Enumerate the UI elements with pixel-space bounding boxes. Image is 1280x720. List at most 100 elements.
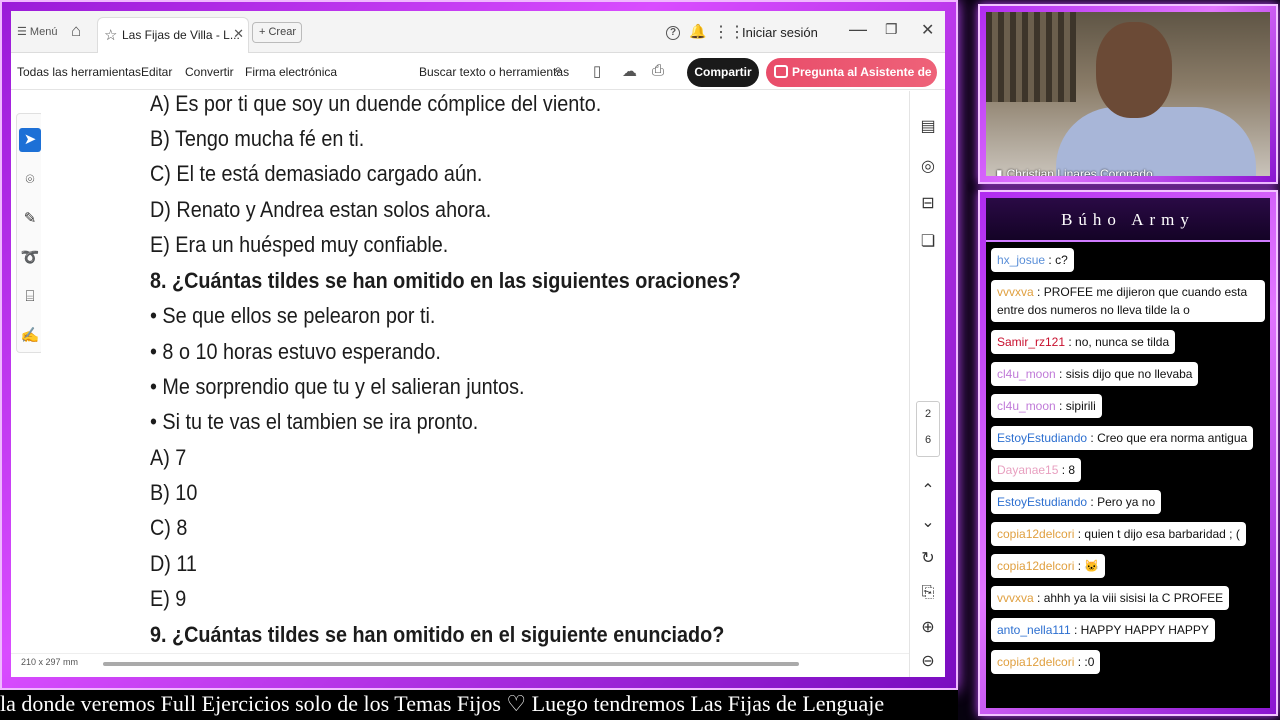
- rotate-icon[interactable]: ↻: [916, 547, 940, 571]
- chat-username[interactable]: vvvxva: [997, 591, 1034, 605]
- create-button[interactable]: + Crear: [252, 22, 302, 43]
- chat-username[interactable]: anto_nella111: [997, 623, 1071, 637]
- export-file-icon[interactable]: ⎘: [916, 581, 940, 605]
- doc-line: • 8 o 10 horas estuvo esperando.: [150, 339, 441, 364]
- comments-icon[interactable]: ◎: [916, 155, 940, 179]
- chat-message-row: EstoyEstudiando : Creo que era norma ant…: [991, 426, 1267, 458]
- text-select-icon[interactable]: ⌸: [19, 285, 41, 309]
- chat-separator: :: [1087, 431, 1098, 445]
- chat-frame: Búho Army hx_josue : c? vvvxva : PROFEE m…: [978, 190, 1278, 716]
- doc-line: A) 7: [150, 445, 187, 470]
- chat-separator: :: [1055, 367, 1066, 381]
- pdf-viewer-window: ☰ Menú ⌂ ☆ Las Fijas de Villa - L... ✕ +…: [11, 11, 945, 677]
- chat-text: sipirili: [1065, 399, 1096, 413]
- home-icon[interactable]: ⌂: [71, 21, 81, 41]
- chat-message-row: copia12delcori : :0: [991, 650, 1267, 682]
- chat-message-row: vvvxva : ahhh ya la viii sisisi la C PRO…: [991, 586, 1267, 618]
- horizontal-scrollbar[interactable]: [103, 662, 799, 666]
- chat-text: Pero ya no: [1097, 495, 1156, 509]
- chat-username[interactable]: copia12delcori: [997, 527, 1074, 541]
- chat-message-row: EstoyEstudiando : Pero ya no: [991, 490, 1267, 522]
- chat-username[interactable]: cl4u_moon: [997, 399, 1056, 413]
- select-cursor-icon[interactable]: ➤: [19, 128, 41, 152]
- edit-menu[interactable]: Editar: [141, 65, 172, 79]
- chat-separator: :: [1033, 591, 1044, 605]
- chat-title: Búho Army: [986, 198, 1270, 242]
- chat-text: 🐱: [1084, 559, 1100, 573]
- page-down-icon[interactable]: ⌄: [916, 511, 940, 535]
- minimize-icon[interactable]: —: [849, 19, 867, 40]
- chat-message: vvvxva : PROFEE me dijieron que cuando e…: [991, 280, 1265, 322]
- comment-icon[interactable]: ⌾: [19, 168, 41, 192]
- menu-button[interactable]: ☰ Menú: [17, 25, 57, 38]
- ai-assistant-button[interactable]: Pregunta al Asistente de IA: [766, 58, 937, 108]
- chat-separator: :: [1065, 335, 1076, 349]
- page-up-icon[interactable]: ⌃: [916, 479, 940, 503]
- chat-panel: Búho Army hx_josue : c? vvvxva : PROFEE m…: [986, 198, 1270, 708]
- bell-icon[interactable]: 🔔: [689, 23, 706, 40]
- doc-line: D) Renato y Andrea estan solos ahora.: [150, 197, 492, 222]
- chat-text: quien t dijo esa barbaridad ; (: [1084, 527, 1240, 541]
- search-tools-input[interactable]: Buscar texto o herramientas: [419, 65, 569, 79]
- share-button[interactable]: Compartir: [687, 58, 759, 87]
- highlight-pen-icon[interactable]: ✎: [19, 207, 41, 231]
- all-tools-menu[interactable]: Todas las herramientas: [17, 65, 141, 79]
- bookmark-icon[interactable]: ⊟: [916, 192, 940, 216]
- doc-line: • Se que ellos se pelearon por ti.: [150, 303, 436, 328]
- zoom-out-icon[interactable]: ⊖: [916, 650, 940, 674]
- chat-text: ahhh ya la viii sisisi la C PROFEE: [1043, 591, 1224, 605]
- chat-separator: :: [1087, 495, 1098, 509]
- webcam-name-tag: ▮ Christian Linares Coronado: [996, 167, 1153, 176]
- ai-summary-icon[interactable]: ▤: [916, 115, 940, 139]
- star-icon[interactable]: ☆: [104, 26, 117, 44]
- chat-message-row: anto_nella111 : HAPPY HAPPY HAPPY: [991, 618, 1267, 650]
- document-tab[interactable]: ☆ Las Fijas de Villa - L... ✕: [97, 17, 249, 53]
- chat-username[interactable]: cl4u_moon: [997, 367, 1056, 381]
- presenter-body: [1056, 107, 1256, 176]
- sign-menu[interactable]: Firma electrónica: [245, 65, 337, 79]
- chat-separator: :: [1055, 399, 1066, 413]
- chat-message: copia12delcori : quien t dijo esa barbar…: [991, 522, 1246, 546]
- maximize-icon[interactable]: ❐: [885, 21, 898, 38]
- chat-message-row: Samir_rz121 : no, nunca se tilda: [991, 330, 1267, 362]
- webcam-video: ▮ Christian Linares Coronado: [986, 12, 1270, 176]
- ai-icon: [774, 65, 788, 78]
- chat-username[interactable]: Samir_rz121: [997, 335, 1065, 349]
- chat-username[interactable]: copia12delcori: [997, 655, 1074, 669]
- search-icon[interactable]: ⌕: [554, 61, 562, 78]
- zoom-in-icon[interactable]: ⊕: [916, 616, 940, 640]
- page-indicator[interactable]: 2 6: [916, 401, 940, 457]
- save-icon[interactable]: ▯: [593, 62, 601, 80]
- pages-icon[interactable]: ❏: [916, 230, 940, 254]
- chat-username[interactable]: EstoyEstudiando: [997, 495, 1087, 509]
- print-icon[interactable]: ⎙: [652, 62, 664, 79]
- close-tab-icon[interactable]: ✕: [233, 26, 244, 42]
- chat-text: Creo que era norma antigua: [1097, 431, 1248, 445]
- right-tool-panel: ▤ ◎ ⊟ ❏ 2 6 ⌃ ⌄ ↻ ⎘ ⊕ ⊖: [909, 91, 945, 677]
- apps-grid-icon[interactable]: ⋮⋮: [713, 22, 745, 42]
- left-tool-panel: ➤ ⌾ ✎ ➰ ⌸ ✍: [16, 113, 44, 353]
- doc-line: E) Era un huésped muy confiable.: [150, 232, 449, 257]
- chat-username[interactable]: vvvxva: [997, 285, 1034, 299]
- sign-in-button[interactable]: Iniciar sesión: [742, 25, 818, 40]
- chat-text: no, nunca se tilda: [1075, 335, 1170, 349]
- chat-username[interactable]: Dayanae15: [997, 463, 1058, 477]
- chat-text: :0: [1084, 655, 1095, 669]
- chat-username[interactable]: hx_josue: [997, 253, 1045, 267]
- help-icon[interactable]: ?: [666, 26, 680, 40]
- fill-sign-icon[interactable]: ✍: [19, 324, 41, 348]
- chat-username[interactable]: copia12delcori: [997, 559, 1074, 573]
- draw-lasso-icon[interactable]: ➰: [19, 246, 41, 270]
- doc-line: C) El te está demasiado cargado aún.: [150, 161, 483, 186]
- close-window-icon[interactable]: ✕: [921, 20, 934, 40]
- chat-separator: :: [1033, 285, 1044, 299]
- question-heading: 8. ¿Cuántas tildes se han omitido en las…: [150, 268, 741, 293]
- title-bar: ☰ Menú ⌂ ☆ Las Fijas de Villa - L... ✕ +…: [11, 11, 945, 53]
- chat-text: 8: [1068, 463, 1076, 477]
- convert-menu[interactable]: Convertir: [185, 65, 234, 79]
- chat-message-row: vvvxva : PROFEE me dijieron que cuando e…: [991, 280, 1267, 330]
- upload-cloud-icon[interactable]: ☁: [622, 62, 637, 80]
- chat-separator: :: [1074, 655, 1085, 669]
- webcam-frame: ▮ Christian Linares Coronado: [978, 4, 1278, 184]
- chat-username[interactable]: EstoyEstudiando: [997, 431, 1087, 445]
